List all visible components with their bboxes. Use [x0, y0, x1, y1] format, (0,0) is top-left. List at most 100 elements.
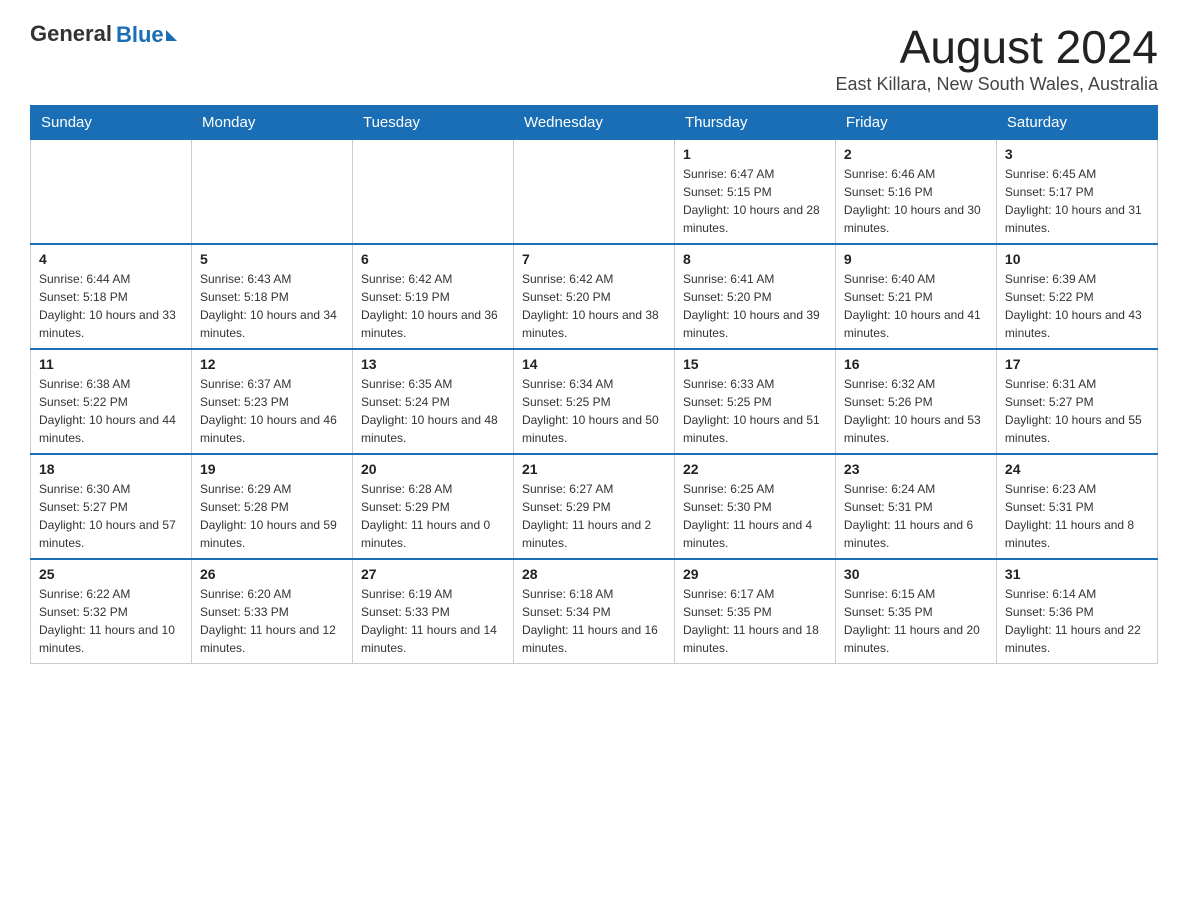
header-row: SundayMondayTuesdayWednesdayThursdayFrid… — [31, 106, 1158, 140]
day-info: Sunrise: 6:42 AM Sunset: 5:19 PM Dayligh… — [361, 270, 505, 342]
calendar-cell: 7Sunrise: 6:42 AM Sunset: 5:20 PM Daylig… — [513, 244, 674, 349]
logo-blue-text: Blue — [116, 22, 164, 48]
day-number: 15 — [683, 356, 827, 372]
header-wednesday: Wednesday — [513, 106, 674, 140]
month-title: August 2024 — [836, 20, 1158, 74]
calendar-cell: 29Sunrise: 6:17 AM Sunset: 5:35 PM Dayli… — [674, 559, 835, 664]
logo-general-text: General — [30, 21, 112, 47]
calendar-cell: 26 Sunrise: 6:20 AM Sunset: 5:33 PM Dayli… — [191, 559, 352, 664]
calendar-cell: 22 Sunrise: 6:25 AM Sunset: 5:30 PM Dayli… — [674, 454, 835, 559]
header-thursday: Thursday — [674, 106, 835, 140]
day-info: Sunrise: 6:37 AM Sunset: 5:23 PM Dayligh… — [200, 375, 344, 447]
day-info: Sunrise: 6:27 AM Sunset: 5:29 PM Dayligh… — [522, 480, 666, 552]
calendar-cell: 28Sunrise: 6:18 AM Sunset: 5:34 PM Dayli… — [513, 559, 674, 664]
day-number: 26 — [200, 566, 344, 582]
day-number: 12 — [200, 356, 344, 372]
day-number: 30 — [844, 566, 988, 582]
header-saturday: Saturday — [996, 106, 1157, 140]
calendar-cell: 14 Sunrise: 6:34 AM Sunset: 5:25 PM Dayli… — [513, 349, 674, 454]
header-tuesday: Tuesday — [352, 106, 513, 140]
header-sunday: Sunday — [31, 106, 192, 140]
calendar-cell: 23Sunrise: 6:24 AM Sunset: 5:31 PM Dayli… — [835, 454, 996, 559]
day-info: Sunrise: 6:34 AM Sunset: 5:25 PM Dayligh… — [522, 375, 666, 447]
calendar-cell: 31 Sunrise: 6:14 AM Sunset: 5:36 PM Dayli… — [996, 559, 1157, 664]
day-info: Sunrise: 6:44 AM Sunset: 5:18 PM Dayligh… — [39, 270, 183, 342]
day-info: Sunrise: 6:32 AM Sunset: 5:26 PM Dayligh… — [844, 375, 988, 447]
calendar-cell: 5 Sunrise: 6:43 AM Sunset: 5:18 PM Daylig… — [191, 244, 352, 349]
day-info: Sunrise: 6:30 AM Sunset: 5:27 PM Dayligh… — [39, 480, 183, 552]
day-number: 5 — [200, 251, 344, 267]
day-info: Sunrise: 6:42 AM Sunset: 5:20 PM Dayligh… — [522, 270, 666, 342]
day-info: Sunrise: 6:29 AM Sunset: 5:28 PM Dayligh… — [200, 480, 344, 552]
week-row-3: 18 Sunrise: 6:30 AM Sunset: 5:27 PM Dayli… — [31, 454, 1158, 559]
week-row-0: 1 Sunrise: 6:47 AM Sunset: 5:15 PM Daylig… — [31, 140, 1158, 245]
calendar-cell: 2 Sunrise: 6:46 AM Sunset: 5:16 PM Daylig… — [835, 140, 996, 245]
day-number: 10 — [1005, 251, 1149, 267]
calendar-cell: 18 Sunrise: 6:30 AM Sunset: 5:27 PM Dayli… — [31, 454, 192, 559]
day-info: Sunrise: 6:46 AM Sunset: 5:16 PM Dayligh… — [844, 165, 988, 237]
day-info: Sunrise: 6:43 AM Sunset: 5:18 PM Dayligh… — [200, 270, 344, 342]
calendar-cell: 4Sunrise: 6:44 AM Sunset: 5:18 PM Daylig… — [31, 244, 192, 349]
day-info: Sunrise: 6:39 AM Sunset: 5:22 PM Dayligh… — [1005, 270, 1149, 342]
header-friday: Friday — [835, 106, 996, 140]
day-info: Sunrise: 6:22 AM Sunset: 5:32 PM Dayligh… — [39, 585, 183, 657]
calendar-cell: 21 Sunrise: 6:27 AM Sunset: 5:29 PM Dayli… — [513, 454, 674, 559]
day-number: 27 — [361, 566, 505, 582]
day-info: Sunrise: 6:25 AM Sunset: 5:30 PM Dayligh… — [683, 480, 827, 552]
day-number: 25 — [39, 566, 183, 582]
calendar-cell: 20Sunrise: 6:28 AM Sunset: 5:29 PM Dayli… — [352, 454, 513, 559]
calendar-cell — [513, 140, 674, 245]
day-info: Sunrise: 6:23 AM Sunset: 5:31 PM Dayligh… — [1005, 480, 1149, 552]
day-number: 9 — [844, 251, 988, 267]
calendar-cell: 17 Sunrise: 6:31 AM Sunset: 5:27 PM Dayli… — [996, 349, 1157, 454]
calendar-cell: 11 Sunrise: 6:38 AM Sunset: 5:22 PM Dayli… — [31, 349, 192, 454]
day-info: Sunrise: 6:20 AM Sunset: 5:33 PM Dayligh… — [200, 585, 344, 657]
day-info: Sunrise: 6:19 AM Sunset: 5:33 PM Dayligh… — [361, 585, 505, 657]
calendar-cell: 1 Sunrise: 6:47 AM Sunset: 5:15 PM Daylig… — [674, 140, 835, 245]
day-number: 6 — [361, 251, 505, 267]
calendar-cell: 10 Sunrise: 6:39 AM Sunset: 5:22 PM Dayli… — [996, 244, 1157, 349]
day-number: 16 — [844, 356, 988, 372]
calendar-cell: 24Sunrise: 6:23 AM Sunset: 5:31 PM Dayli… — [996, 454, 1157, 559]
day-number: 11 — [39, 356, 183, 372]
calendar-cell: 8 Sunrise: 6:41 AM Sunset: 5:20 PM Daylig… — [674, 244, 835, 349]
calendar-cell: 9 Sunrise: 6:40 AM Sunset: 5:21 PM Daylig… — [835, 244, 996, 349]
header-monday: Monday — [191, 106, 352, 140]
day-info: Sunrise: 6:14 AM Sunset: 5:36 PM Dayligh… — [1005, 585, 1149, 657]
location-title: East Killara, New South Wales, Australia — [836, 74, 1158, 95]
day-number: 8 — [683, 251, 827, 267]
day-info: Sunrise: 6:40 AM Sunset: 5:21 PM Dayligh… — [844, 270, 988, 342]
day-number: 21 — [522, 461, 666, 477]
week-row-2: 11 Sunrise: 6:38 AM Sunset: 5:22 PM Dayli… — [31, 349, 1158, 454]
day-info: Sunrise: 6:33 AM Sunset: 5:25 PM Dayligh… — [683, 375, 827, 447]
calendar-cell — [191, 140, 352, 245]
calendar-cell — [31, 140, 192, 245]
day-number: 28 — [522, 566, 666, 582]
calendar-cell: 3 Sunrise: 6:45 AM Sunset: 5:17 PM Daylig… — [996, 140, 1157, 245]
day-info: Sunrise: 6:38 AM Sunset: 5:22 PM Dayligh… — [39, 375, 183, 447]
day-info: Sunrise: 6:31 AM Sunset: 5:27 PM Dayligh… — [1005, 375, 1149, 447]
day-info: Sunrise: 6:47 AM Sunset: 5:15 PM Dayligh… — [683, 165, 827, 237]
day-info: Sunrise: 6:45 AM Sunset: 5:17 PM Dayligh… — [1005, 165, 1149, 237]
day-info: Sunrise: 6:41 AM Sunset: 5:20 PM Dayligh… — [683, 270, 827, 342]
day-number: 18 — [39, 461, 183, 477]
day-number: 1 — [683, 146, 827, 162]
week-row-1: 4Sunrise: 6:44 AM Sunset: 5:18 PM Daylig… — [31, 244, 1158, 349]
day-number: 2 — [844, 146, 988, 162]
day-number: 31 — [1005, 566, 1149, 582]
calendar-table: SundayMondayTuesdayWednesdayThursdayFrid… — [30, 105, 1158, 664]
week-row-4: 25 Sunrise: 6:22 AM Sunset: 5:32 PM Dayli… — [31, 559, 1158, 664]
calendar-cell: 30Sunrise: 6:15 AM Sunset: 5:35 PM Dayli… — [835, 559, 996, 664]
day-number: 29 — [683, 566, 827, 582]
calendar-cell: 25 Sunrise: 6:22 AM Sunset: 5:32 PM Dayli… — [31, 559, 192, 664]
day-number: 13 — [361, 356, 505, 372]
day-number: 14 — [522, 356, 666, 372]
day-number: 3 — [1005, 146, 1149, 162]
logo: General Blue — [30, 20, 177, 48]
day-number: 20 — [361, 461, 505, 477]
calendar-cell: 19Sunrise: 6:29 AM Sunset: 5:28 PM Dayli… — [191, 454, 352, 559]
day-number: 22 — [683, 461, 827, 477]
day-number: 17 — [1005, 356, 1149, 372]
calendar-cell: 15 Sunrise: 6:33 AM Sunset: 5:25 PM Dayli… — [674, 349, 835, 454]
day-number: 23 — [844, 461, 988, 477]
